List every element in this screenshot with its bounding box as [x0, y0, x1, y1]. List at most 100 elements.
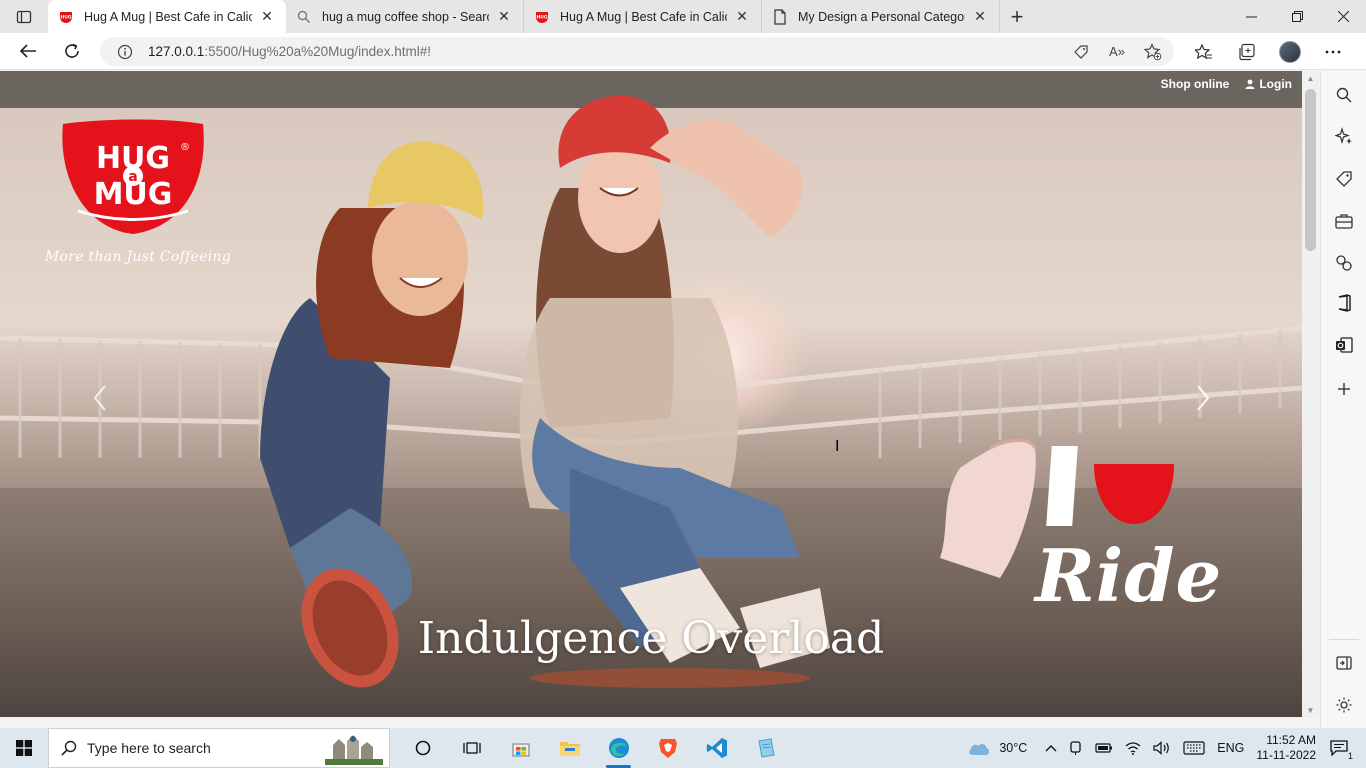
scroll-up-arrow-icon[interactable]: ▲: [1302, 71, 1319, 85]
add-favorite-icon[interactable]: [1142, 41, 1164, 63]
restore-button[interactable]: [1274, 0, 1320, 33]
network-indicator[interactable]: [1125, 741, 1141, 755]
vscode-button[interactable]: [692, 728, 741, 768]
volume-indicator[interactable]: [1153, 741, 1171, 755]
close-tab-icon[interactable]: ✕: [258, 8, 276, 26]
logo-registered: ®: [180, 142, 190, 153]
collections-button[interactable]: [1229, 37, 1265, 67]
back-button[interactable]: [10, 36, 46, 66]
close-icon: [1337, 11, 1349, 22]
carousel-next-button[interactable]: [1188, 378, 1218, 418]
cortana-button[interactable]: [398, 728, 447, 768]
task-view-icon: [462, 742, 481, 754]
cloud-icon: [969, 744, 990, 755]
sidebar-discover-button[interactable]: [1332, 124, 1356, 148]
sidebar-divider: [1329, 639, 1359, 640]
restore-icon: [1291, 11, 1303, 22]
scroll-down-arrow-icon[interactable]: ▼: [1302, 703, 1319, 717]
action-center-button[interactable]: 1: [1330, 740, 1355, 761]
brave-lion-icon: [658, 739, 677, 758]
hug-a-mug-logo[interactable]: HUG a MUG ® More than Just Coffeeing: [38, 116, 238, 276]
ride-i-letter: I: [835, 438, 840, 455]
folder-icon: [559, 742, 580, 756]
search-icon: [61, 740, 77, 756]
settings-menu-button[interactable]: [1315, 37, 1351, 67]
shop-online-link[interactable]: Shop online: [1161, 77, 1230, 91]
close-tab-icon[interactable]: ✕: [971, 8, 989, 26]
taskbar-search-placeholder: Type here to search: [87, 740, 211, 756]
coupon-tag-icon[interactable]: [1070, 41, 1092, 63]
plus-icon: [1338, 383, 1350, 395]
sidebar-search-button[interactable]: [1332, 83, 1356, 107]
microsoft-store-button[interactable]: [496, 728, 545, 768]
battery-indicator[interactable]: [1095, 742, 1113, 754]
input-language-indicator[interactable]: ENG: [1217, 741, 1244, 755]
chevron-up-icon: [1045, 745, 1057, 752]
outlook-icon: [1336, 337, 1353, 353]
weather-widget[interactable]: 30°C: [967, 740, 1027, 756]
favorites-button[interactable]: [1186, 37, 1222, 67]
close-tab-icon[interactable]: ✕: [733, 8, 751, 26]
keyboard-icon: [1183, 741, 1205, 755]
vscode-icon: [706, 738, 727, 758]
site-info-icon[interactable]: [116, 43, 134, 61]
hero-carousel: HUG a MUG ® More than Just Coffeeing I R…: [0, 95, 1302, 717]
browser-tab-4[interactable]: My Design a Personal Category P ✕: [762, 0, 1000, 33]
sidebar-settings-button[interactable]: [1332, 693, 1356, 717]
meet-now-button[interactable]: [1069, 740, 1083, 756]
sneaker-graphic: [940, 439, 1037, 578]
refresh-button[interactable]: [54, 36, 90, 66]
clock-time: 11:52 AM: [1266, 733, 1316, 747]
clock[interactable]: 11:52 AM 11-11-2022: [1256, 733, 1316, 763]
tag-icon: [1336, 171, 1352, 187]
windows-logo-icon: [16, 740, 32, 756]
search-icon: [1336, 87, 1352, 103]
ride-i-bar: [1046, 446, 1078, 526]
notepad-app-button[interactable]: [741, 728, 790, 768]
touch-keyboard-button[interactable]: [1183, 741, 1205, 755]
scrollbar-thumb[interactable]: [1305, 89, 1316, 251]
brave-browser-button[interactable]: [643, 728, 692, 768]
search-highlight-scene-icon: [325, 735, 383, 765]
close-tab-icon[interactable]: ✕: [495, 8, 513, 26]
toolbar-right: [1186, 33, 1358, 70]
edge-taskbar-button[interactable]: [594, 728, 643, 768]
sidebar-add-button[interactable]: [1332, 377, 1356, 401]
show-hidden-icons-button[interactable]: [1045, 744, 1057, 752]
address-bar-actions: A»: [1070, 37, 1164, 66]
carousel-prev-button[interactable]: [85, 378, 115, 418]
file-explorer-button[interactable]: [545, 728, 594, 768]
read-aloud-button[interactable]: A»: [1106, 41, 1128, 63]
profile-button[interactable]: [1272, 37, 1308, 67]
sidebar-tools-button[interactable]: [1332, 209, 1356, 233]
edge-sidebar: [1320, 71, 1366, 728]
address-bar[interactable]: 127.0.0.1:5500/Hug%20a%20Mug/index.html#…: [100, 37, 1174, 66]
search-favicon: [296, 9, 312, 25]
browser-tab-2[interactable]: hug a mug coffee shop - Search ✕: [286, 0, 524, 33]
start-button[interactable]: [0, 728, 48, 768]
login-link[interactable]: Login: [1245, 77, 1292, 91]
url-host: 127.0.0.1: [148, 44, 205, 59]
close-window-button[interactable]: [1320, 0, 1366, 33]
logo-tagline: More than Just Coffeeing: [44, 249, 232, 265]
login-label: Login: [1259, 77, 1292, 91]
new-tab-button[interactable]: +: [1000, 0, 1034, 33]
sidebar-shopping-button[interactable]: [1332, 167, 1356, 191]
browser-tab-3[interactable]: HUG Hug A Mug | Best Cafe in Calicut ✕: [524, 0, 762, 33]
sidebar-outlook-button[interactable]: [1332, 333, 1356, 357]
tab-title: Hug A Mug | Best Cafe in Calicut: [84, 9, 252, 24]
task-view-button[interactable]: [447, 728, 496, 768]
page-scrollbar[interactable]: ▲ ▼: [1302, 71, 1319, 717]
browser-tab-1[interactable]: HUG Hug A Mug | Best Cafe in Calicut ✕: [48, 0, 286, 33]
collections-icon: [1239, 43, 1255, 60]
sidebar-games-button[interactable]: [1332, 251, 1356, 275]
tab-actions-icon: [16, 10, 32, 23]
sidebar-office-button[interactable]: [1332, 291, 1356, 315]
games-icon: [1336, 255, 1352, 271]
sidebar-hide-button[interactable]: [1332, 651, 1356, 675]
tab-actions-button[interactable]: [0, 0, 48, 33]
minimize-icon: [1245, 16, 1257, 18]
tab-title: Hug A Mug | Best Cafe in Calicut: [560, 9, 727, 24]
taskbar-search-box[interactable]: Type here to search: [48, 728, 390, 768]
minimize-button[interactable]: [1228, 0, 1274, 33]
